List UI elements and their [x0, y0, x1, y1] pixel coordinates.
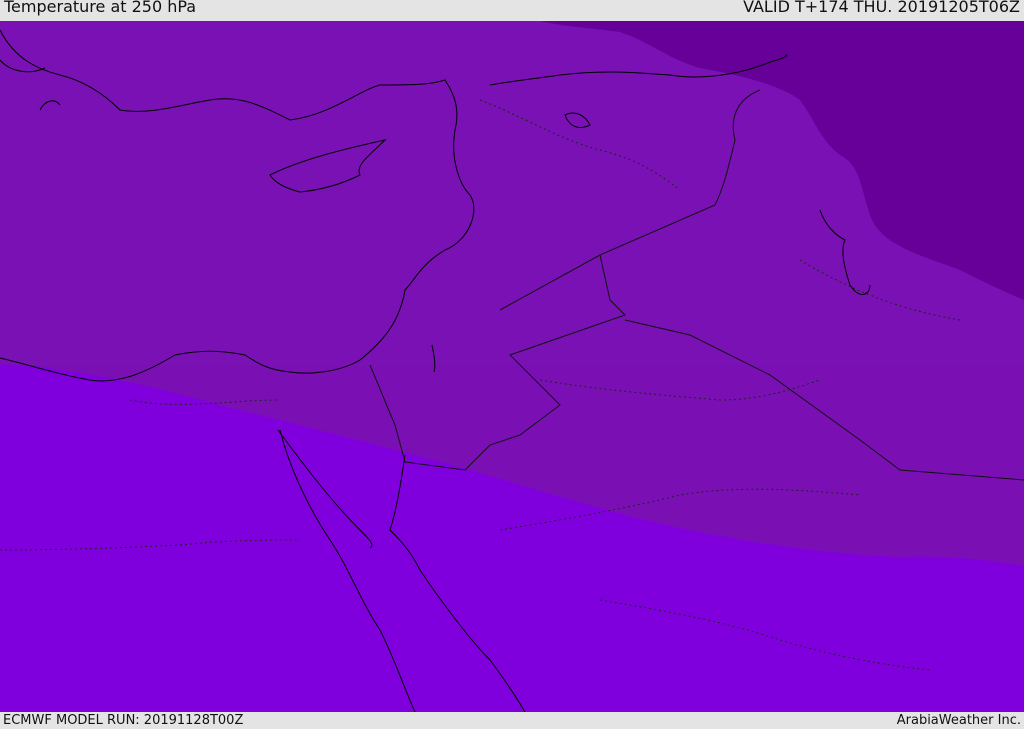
valid-time-label: VALID T+174 THU. 20191205T06Z: [743, 0, 1020, 16]
map-canvas: [0, 21, 1024, 712]
credit-label: ArabiaWeather Inc.: [896, 713, 1021, 728]
weather-map[interactable]: [0, 21, 1024, 712]
footer-bar: ECMWF MODEL RUN: 20191128T00Z ArabiaWeat…: [0, 712, 1024, 729]
map-title: Temperature at 250 hPa: [4, 0, 197, 16]
model-run-label: ECMWF MODEL RUN: 20191128T00Z: [3, 713, 244, 728]
title-bar: Temperature at 250 hPa VALID T+174 THU. …: [0, 0, 1024, 21]
